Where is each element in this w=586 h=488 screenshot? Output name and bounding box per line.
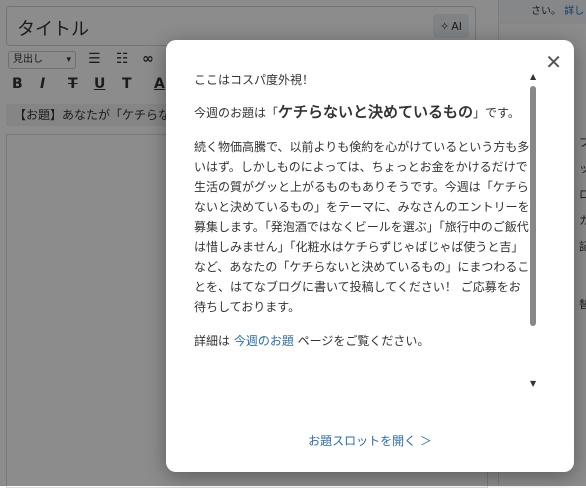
- modal-topic: 今週のお題は「ケチらないと決めているもの」です。: [194, 102, 532, 123]
- details-prefix: 詳細は: [194, 334, 234, 348]
- topic-slot-link[interactable]: お題スロットを開く ＞: [166, 432, 574, 449]
- scroll-thumb[interactable]: [530, 86, 536, 326]
- topic-prefix: 今週のお題は「: [194, 106, 279, 120]
- topic-modal: ✕ ここはコスパ度外視！ 今週のお題は「ケチらないと決めているもの」です。 続く…: [166, 40, 574, 472]
- topic-title: ケチらないと決めているもの: [278, 103, 474, 121]
- scroll-up-icon[interactable]: ▲: [530, 72, 536, 81]
- scroll-down-icon[interactable]: ▼: [530, 379, 536, 388]
- modal-scrollbar[interactable]: ▲ ▼: [528, 72, 538, 390]
- modal-details: 詳細は 今週のお題 ページをご覧ください。: [194, 331, 532, 351]
- topic-suffix: 」です。: [473, 106, 520, 120]
- modal-content: ここはコスパ度外視！ 今週のお題は「ケチらないと決めているもの」です。 続く物価…: [194, 70, 532, 365]
- close-icon[interactable]: ✕: [545, 50, 562, 74]
- modal-intro: ここはコスパ度外視！: [194, 73, 315, 87]
- weekly-topic-link[interactable]: 今週のお題: [234, 334, 294, 348]
- modal-body: 続く物価高騰で、以前よりも倹約を心がけているという方も多いはず。しかしものによっ…: [194, 140, 530, 314]
- details-suffix: ページをご覧ください。: [293, 334, 430, 348]
